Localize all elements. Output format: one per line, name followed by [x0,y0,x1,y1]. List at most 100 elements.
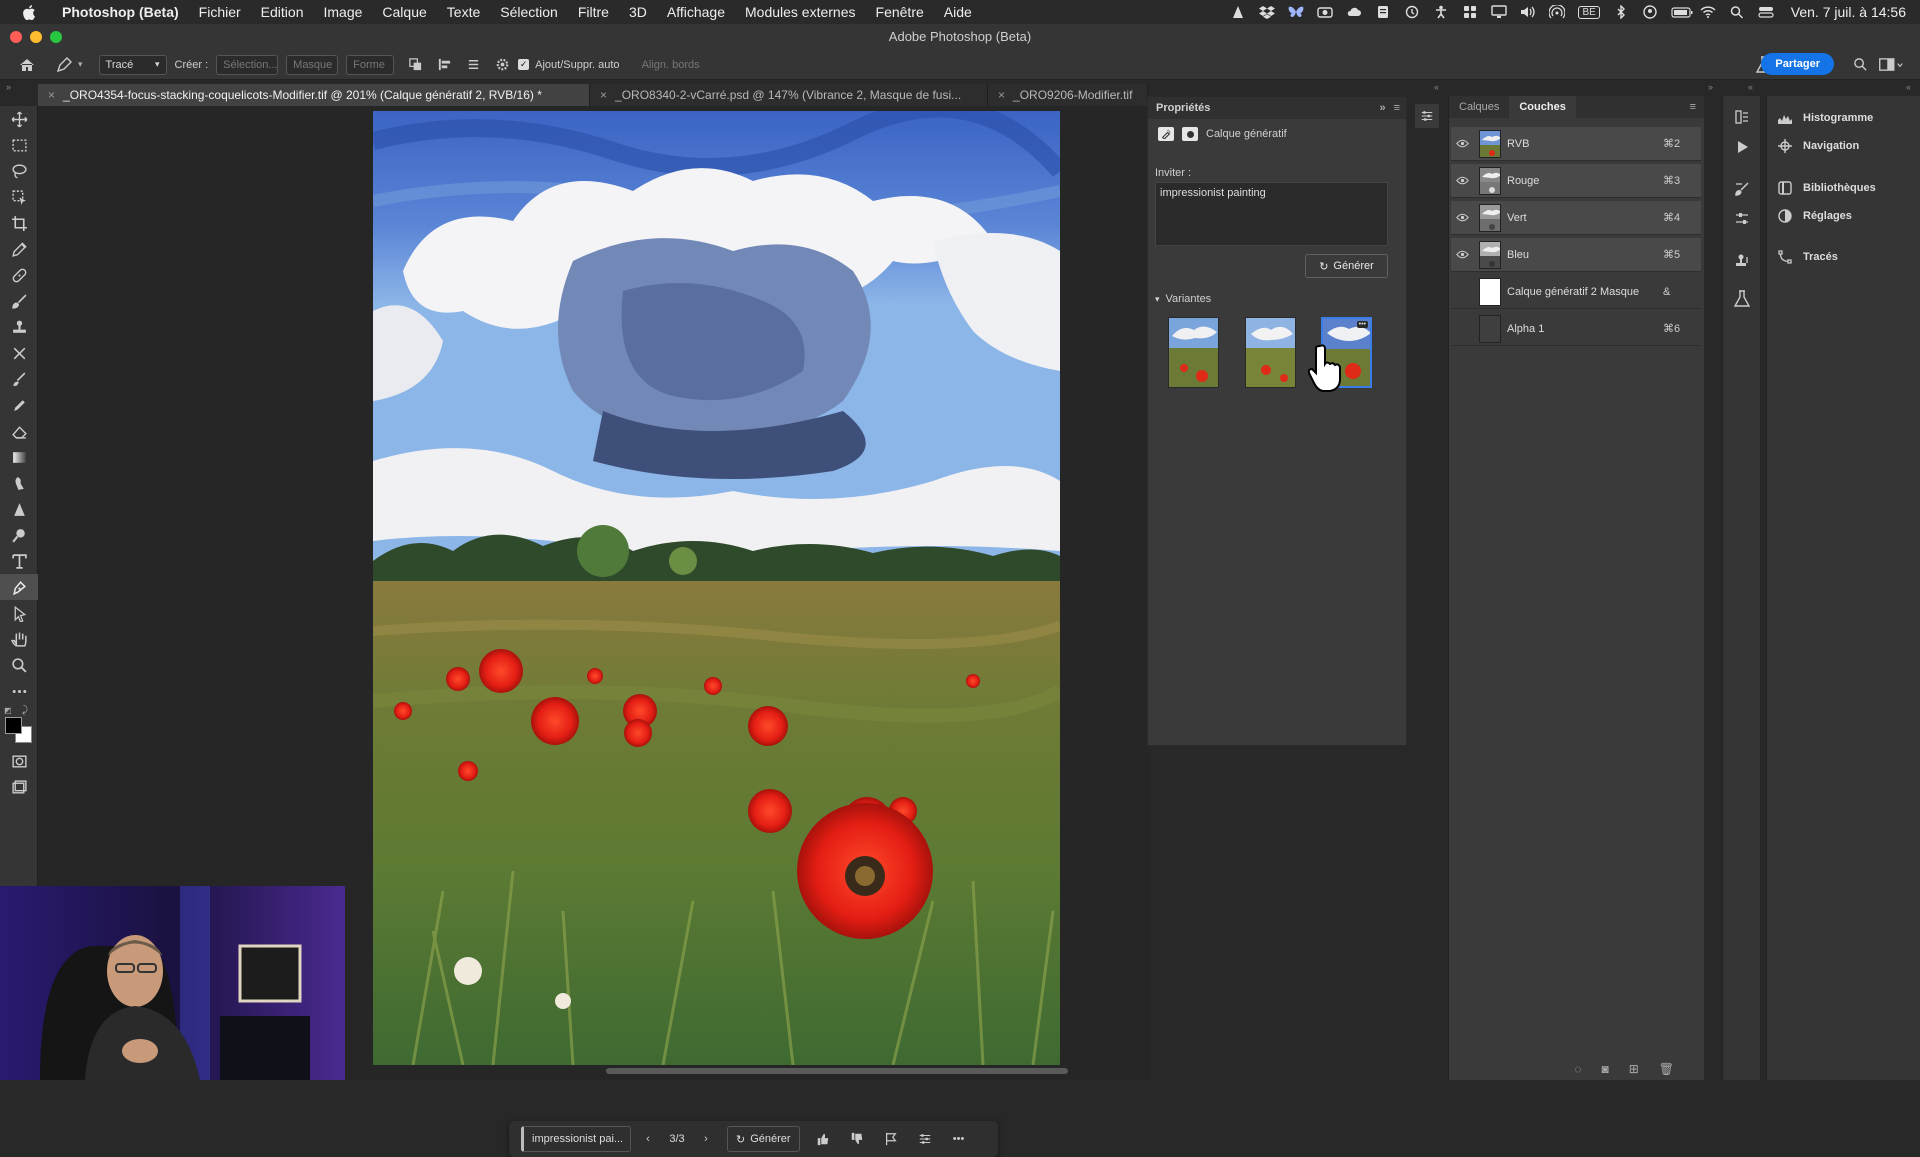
foreground-color-swatch[interactable] [5,717,22,734]
prompt-textarea[interactable]: impressionist painting [1155,182,1388,246]
object-selection-tool[interactable] [0,184,38,210]
shape-button[interactable]: Forme [346,54,395,75]
tab-calques[interactable]: Calques [1449,96,1509,118]
mask-button[interactable]: Masque [286,54,339,75]
collapse-left-icon[interactable]: « [1748,82,1753,92]
color-swatches[interactable]: ◩ ⤸ [0,704,38,748]
path-alignment-icon[interactable] [437,57,452,72]
previous-variant-button[interactable]: ‹ [631,1126,665,1152]
menu-modules-externes[interactable]: Modules externes [735,4,866,20]
path-arrangement-icon[interactable] [466,57,481,72]
clipboard-icon[interactable] [1375,5,1391,19]
libraries-panel-button[interactable]: Bibliothèques [1777,178,1876,198]
home-button[interactable] [18,57,36,73]
thumbs-up-button[interactable] [806,1126,840,1152]
collapse-panel-icon[interactable]: » [1379,102,1385,114]
collapse-right-icon[interactable]: » [1708,82,1713,92]
close-window-icon[interactable] [10,31,22,43]
menu-calque[interactable]: Calque [372,4,436,20]
clone-stamp-tool[interactable] [0,314,38,340]
menu-image[interactable]: Image [313,4,372,20]
more-options-button[interactable]: ••• [942,1126,976,1152]
volume-icon[interactable] [1520,5,1536,19]
workspace-switcher-icon[interactable] [1878,57,1904,75]
menu-app-name[interactable]: Photoshop (Beta) [52,4,189,20]
search-icon[interactable] [1853,57,1868,75]
move-tool[interactable] [0,106,38,132]
thumbnail-more-icon[interactable]: ••• [1356,321,1368,328]
channel-row-vert[interactable]: Vert ⌘4 [1451,201,1701,235]
wifi-icon[interactable] [1700,5,1716,19]
variant-thumbnail-2[interactable] [1245,317,1296,388]
visibility-eye-icon[interactable] [1451,176,1473,185]
variants-section-header[interactable]: ▾ Variantes [1155,293,1211,305]
sharpen-tool[interactable] [0,496,38,522]
history-panel-button[interactable] [1723,102,1760,132]
dropbox-icon[interactable] [1259,5,1276,19]
tab-couches[interactable]: Couches [1509,96,1576,118]
lasso-tool[interactable] [0,158,38,184]
crop-tool[interactable] [0,210,38,236]
airdrop-icon[interactable] [1548,4,1567,19]
menu-filtre[interactable]: Filtre [568,4,619,20]
zoom-tool[interactable] [0,652,38,678]
menu-fichier[interactable]: Fichier [189,4,251,20]
hand-tool[interactable] [0,626,38,652]
close-tab-icon[interactable]: × [48,88,55,102]
panel-menu-icon[interactable]: ≡ [1394,102,1400,114]
healing-brush-tool[interactable] [0,262,38,288]
close-tab-icon[interactable]: × [600,88,607,102]
battery-icon[interactable] [1671,5,1693,19]
new-channel-icon[interactable]: ⊞ [1629,1062,1639,1076]
cloud-icon[interactable] [1346,5,1362,19]
quick-mask-button[interactable] [0,748,38,774]
document-tab-2[interactable]: × _ORO8340-2-vCarré.psd @ 147% (Vibrance … [590,84,988,106]
swap-colors-icon[interactable]: ⤸ [22,705,28,716]
contextual-prompt-field[interactable]: impressionist pai... [521,1126,631,1152]
channel-row-mask[interactable]: Calque génératif 2 Masque & [1451,275,1701,309]
pen-tool-preset-picker[interactable]: ▾ [56,56,83,73]
visibility-eye-icon[interactable] [1451,139,1473,148]
path-selection-tool[interactable] [0,600,38,626]
save-selection-icon[interactable]: ◙ [1601,1062,1608,1076]
selection-button[interactable]: Sélection... [216,54,279,75]
collapse-left-icon[interactable]: « [1434,82,1439,92]
type-tool[interactable] [0,548,38,574]
navigation-panel-button[interactable]: Navigation [1777,136,1859,156]
gear-icon[interactable] [495,57,510,72]
channel-row-rouge[interactable]: Rouge ⌘3 [1451,164,1701,198]
pen-tool[interactable] [0,574,38,600]
app-grid-icon[interactable] [1462,5,1478,19]
generate-button[interactable]: ↻ Générer [1305,254,1388,278]
auto-add-delete-checkbox[interactable]: ✓ [518,59,530,70]
horizontal-scrollbar[interactable] [606,1068,1068,1074]
gradient-tool[interactable] [0,444,38,470]
brush-settings-button[interactable] [1723,174,1760,204]
marquee-tool[interactable] [0,132,38,158]
butterfly-icon[interactable] [1288,5,1304,19]
time-machine-icon[interactable] [1404,5,1420,19]
channel-row-rvb[interactable]: RVB ⌘2 [1451,127,1701,161]
visibility-eye-icon[interactable] [1451,213,1473,222]
path-operations-icon[interactable] [408,57,423,72]
default-colors-icon[interactable]: ◩ [4,706,12,715]
history-brush-tool[interactable] [0,340,38,366]
apple-icon[interactable] [18,4,40,20]
menu-affichage[interactable]: Affichage [657,4,735,20]
properties-side-tab[interactable] [1415,104,1439,128]
adjustments-panel-button[interactable]: Réglages [1777,206,1852,226]
load-selection-icon[interactable]: ◌ [1574,1062,1581,1076]
spotlight-search-icon[interactable] [1729,5,1745,19]
menu-edition[interactable]: Edition [251,4,314,20]
collapse-toolbar-icon[interactable]: » [6,82,11,92]
eraser-tool[interactable] [0,418,38,444]
channel-row-alpha-1[interactable]: Alpha 1 ⌘6 [1451,312,1701,346]
menu-aide[interactable]: Aide [934,4,982,20]
document-tab-1[interactable]: × _ORO4354-focus-stacking-coquelicots-Mod… [38,84,590,106]
menu-selection[interactable]: Sélection [490,4,568,20]
camera-icon[interactable] [1317,5,1334,19]
user-circle-icon[interactable] [1642,5,1658,19]
actions-panel-button[interactable] [1723,132,1760,162]
minimize-window-icon[interactable] [30,31,42,43]
more-tools[interactable] [0,678,38,704]
